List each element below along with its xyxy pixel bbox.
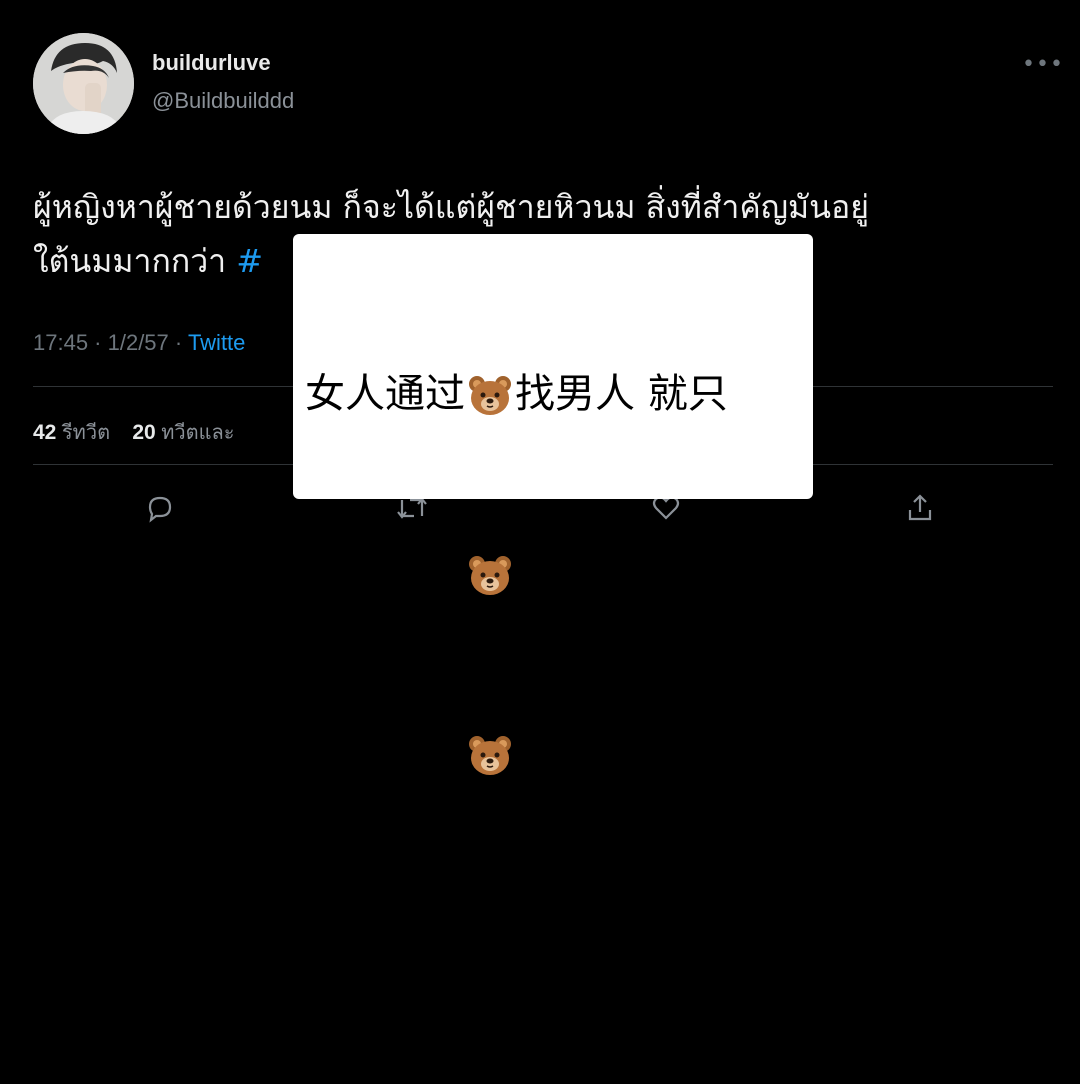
caption-line: 在美	[305, 911, 385, 957]
user-handle[interactable]: @Buildbuilddd	[152, 88, 294, 114]
caption-overlay: 女人通过 找男人 就只 能得到吃 的男人 重要 东西是在 下面的 #内 在美	[293, 234, 813, 957]
tweet-stats: 42 รีทวีต 20 ทวีตและ	[33, 416, 235, 448]
tweet-timestamp[interactable]: 17:45 · 1/2/57 ·	[33, 330, 188, 355]
caption-segment: 东西是在	[305, 731, 465, 777]
quotes-label[interactable]: ทวีตและ	[161, 422, 234, 444]
caption-line: 东西是在 下面的 #内	[305, 724, 805, 784]
display-name[interactable]: buildurluve	[152, 50, 271, 76]
bear-face-icon	[467, 373, 513, 419]
reply-button[interactable]	[142, 490, 178, 530]
hashtag-link[interactable]: #	[236, 242, 263, 280]
caption-text: 女人通过 找男人 就只 能得到吃 的男人 重要 东西是在 下面的 #内 在美	[305, 244, 805, 1084]
caption-line: 女人通过 找男人 就只	[305, 364, 805, 424]
caption-segment: 女人通过	[305, 371, 465, 417]
quotes-count[interactable]: 20	[132, 421, 155, 444]
caption-line: 能得到吃 的男人 重要	[305, 544, 805, 604]
avatar[interactable]	[33, 33, 134, 134]
tweet-text-line1: ผู้หญิงหาผู้ชายด้วยนม ก็จะได้แต่ผู้ชายหิ…	[33, 188, 869, 226]
bear-face-icon	[467, 733, 513, 779]
retweets-count[interactable]: 42	[33, 421, 56, 444]
avatar-photo	[33, 33, 134, 134]
share-icon	[908, 494, 932, 521]
caption-segment: 找男人 就只	[515, 371, 728, 417]
reply-icon	[148, 496, 172, 523]
tweet-source[interactable]: Twitte	[188, 330, 245, 355]
caption-segment: 的男人 重要	[515, 551, 728, 597]
caption-segment: 能得到吃	[305, 551, 465, 597]
bear-face-icon	[467, 553, 513, 599]
tweet-meta: 17:45 · 1/2/57 · Twitte	[33, 330, 245, 356]
caption-segment: 下面的 #内	[515, 731, 722, 777]
more-options-icon[interactable]: •••	[1022, 52, 1064, 77]
retweets-label[interactable]: รีทวีต	[62, 422, 110, 444]
share-button[interactable]	[902, 490, 938, 530]
tweet-text-line2-prefix: ใต้นมมากกว่า	[33, 242, 237, 280]
